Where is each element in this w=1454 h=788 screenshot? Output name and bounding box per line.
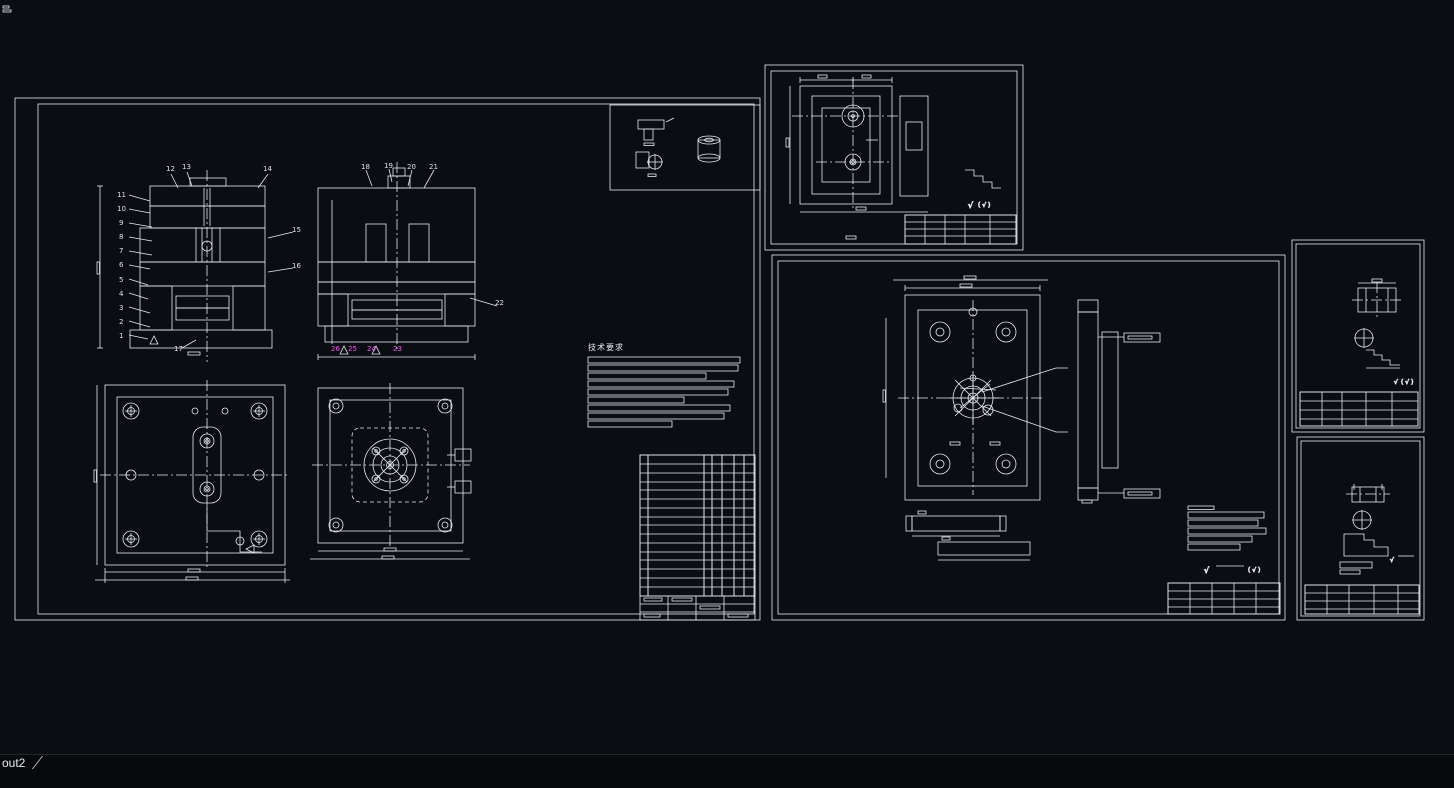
surface-finish-mark: √	[1390, 557, 1394, 564]
part-callout: 21	[429, 163, 438, 171]
plan-view-left	[93, 380, 290, 583]
part-callout: 14	[263, 165, 272, 173]
part-callout: 7	[119, 247, 124, 255]
part-callout: 18	[361, 163, 370, 171]
part-callout: 13	[182, 163, 191, 171]
part-callout: 15	[292, 226, 301, 234]
notes-block	[1187, 505, 1267, 551]
part-callout: 5	[119, 276, 124, 284]
surface-finish-mark: √	[1204, 566, 1210, 575]
part-callout: 9	[119, 219, 124, 227]
layout-tab-row: out2	[2, 755, 44, 770]
tech-requirements-block	[587, 356, 741, 428]
surface-finish-mark: √	[1394, 379, 1398, 386]
sheet-part-top-right: √ ( √ )	[764, 64, 1024, 251]
layout-tab[interactable]: out2	[2, 756, 25, 770]
part-callout: 22	[495, 299, 504, 307]
part-callout: 25	[348, 345, 357, 353]
part-callout: 2	[119, 318, 124, 326]
part-callout: 11	[117, 191, 126, 199]
main-plan-view	[882, 275, 1068, 501]
title-block	[1299, 391, 1419, 427]
section-view-left	[96, 170, 294, 362]
tech-requirements-title: 技术要求	[588, 343, 624, 352]
command-line[interactable]: 范围(E)/上一个(P)/比例(S)/窗口(W)/对象(O)] <实时>:e	[2, 770, 355, 788]
part-callout: 24	[367, 345, 376, 353]
part-callout: 3	[119, 304, 124, 312]
part-callout: 12	[166, 165, 175, 173]
surface-finish-note: ( √ )	[978, 202, 990, 209]
part-callout: 23	[393, 345, 402, 353]
part-callout: 17	[174, 345, 183, 353]
plan-view-right	[310, 383, 472, 560]
cad-linework: √ ( √ ) √ (√) √ (√) √	[2, 5, 1425, 621]
tab-divider-icon	[23, 756, 44, 769]
drawing-canvas[interactable]: √ ( √ ) √ (√) √ (√) √ 11 10 9 8 7 6 …	[0, 0, 1454, 755]
sheet-part-far-right-bottom: √	[1296, 436, 1425, 621]
part-callout: 4	[119, 290, 124, 298]
autocad-window: √ ( √ ) √ (√) √ (√) √ 11 10 9 8 7 6 …	[0, 0, 1454, 788]
part-callout: 6	[119, 261, 124, 269]
part-callout: 20	[407, 163, 416, 171]
part-callout: 16	[292, 262, 301, 270]
title-block	[904, 214, 1017, 245]
sheet-inset-detail	[609, 104, 761, 191]
section-view-right	[317, 162, 498, 360]
part-callout: 8	[119, 233, 124, 241]
title-block	[1167, 582, 1281, 615]
status-bar: out2 范围(E)/上一个(P)/比例(S)/窗口(W)/对象(O)] <实时…	[0, 754, 1454, 788]
part-callout: 1	[119, 332, 124, 340]
part-callout: 10	[117, 205, 126, 213]
side-section-strips	[1077, 299, 1161, 504]
surface-finish-mark: √	[968, 201, 974, 210]
title-block	[1304, 584, 1420, 615]
surface-finish-note: ( √ )	[1248, 567, 1260, 574]
part-callout: 19	[384, 162, 393, 170]
lower-section-views	[905, 510, 1031, 561]
part-callout: 26	[331, 345, 340, 353]
ui-corner-artifact	[2, 5, 12, 13]
parts-list-table	[639, 454, 756, 621]
rendered-cylinder-part	[697, 135, 721, 163]
sheet-part-far-right-top: √ ( √ )	[1291, 239, 1425, 433]
sheet-part-middle-right: √ ( √ )	[771, 254, 1286, 621]
surface-finish-note: ( √ )	[1401, 379, 1413, 386]
